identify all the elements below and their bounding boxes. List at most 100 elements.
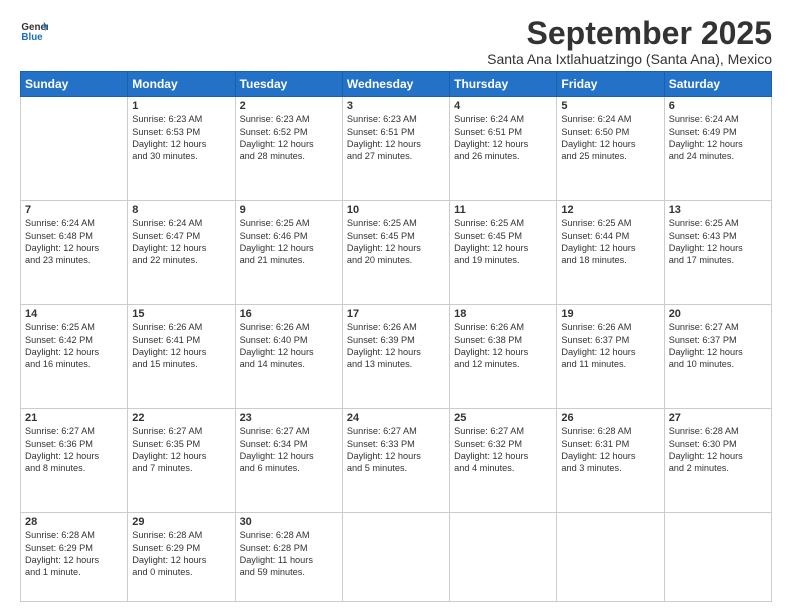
calendar-day-cell: 18Sunrise: 6:26 AM Sunset: 6:38 PM Dayli… bbox=[450, 305, 557, 409]
calendar-header-row: SundayMondayTuesdayWednesdayThursdayFrid… bbox=[21, 72, 772, 97]
title-block: September 2025 Santa Ana Ixtlahuatzingo … bbox=[487, 16, 772, 67]
calendar-week-row: 1Sunrise: 6:23 AM Sunset: 6:53 PM Daylig… bbox=[21, 97, 772, 201]
day-number: 28 bbox=[25, 516, 123, 528]
day-number: 17 bbox=[347, 308, 445, 320]
day-info: Sunrise: 6:23 AM Sunset: 6:53 PM Dayligh… bbox=[132, 113, 230, 163]
day-number: 26 bbox=[561, 412, 659, 424]
calendar-day-cell: 24Sunrise: 6:27 AM Sunset: 6:33 PM Dayli… bbox=[342, 409, 449, 513]
day-number: 6 bbox=[669, 100, 767, 112]
calendar-header-cell: Friday bbox=[557, 72, 664, 97]
day-info: Sunrise: 6:25 AM Sunset: 6:42 PM Dayligh… bbox=[25, 321, 123, 371]
calendar-day-cell: 15Sunrise: 6:26 AM Sunset: 6:41 PM Dayli… bbox=[128, 305, 235, 409]
day-info: Sunrise: 6:27 AM Sunset: 6:37 PM Dayligh… bbox=[669, 321, 767, 371]
calendar-day-cell: 25Sunrise: 6:27 AM Sunset: 6:32 PM Dayli… bbox=[450, 409, 557, 513]
day-info: Sunrise: 6:28 AM Sunset: 6:29 PM Dayligh… bbox=[25, 529, 123, 579]
day-number: 11 bbox=[454, 204, 552, 216]
svg-text:Blue: Blue bbox=[21, 32, 43, 43]
day-number: 25 bbox=[454, 412, 552, 424]
calendar-week-row: 21Sunrise: 6:27 AM Sunset: 6:36 PM Dayli… bbox=[21, 409, 772, 513]
day-info: Sunrise: 6:27 AM Sunset: 6:36 PM Dayligh… bbox=[25, 425, 123, 475]
calendar-header-cell: Sunday bbox=[21, 72, 128, 97]
calendar-day-cell: 8Sunrise: 6:24 AM Sunset: 6:47 PM Daylig… bbox=[128, 201, 235, 305]
calendar-body: 1Sunrise: 6:23 AM Sunset: 6:53 PM Daylig… bbox=[21, 97, 772, 602]
day-info: Sunrise: 6:28 AM Sunset: 6:31 PM Dayligh… bbox=[561, 425, 659, 475]
logo-icon: General Blue bbox=[20, 16, 48, 44]
day-info: Sunrise: 6:24 AM Sunset: 6:51 PM Dayligh… bbox=[454, 113, 552, 163]
calendar-day-cell: 22Sunrise: 6:27 AM Sunset: 6:35 PM Dayli… bbox=[128, 409, 235, 513]
day-info: Sunrise: 6:26 AM Sunset: 6:38 PM Dayligh… bbox=[454, 321, 552, 371]
day-number: 22 bbox=[132, 412, 230, 424]
month-title: September 2025 bbox=[487, 16, 772, 51]
day-number: 7 bbox=[25, 204, 123, 216]
calendar-day-cell: 17Sunrise: 6:26 AM Sunset: 6:39 PM Dayli… bbox=[342, 305, 449, 409]
calendar-day-cell: 4Sunrise: 6:24 AM Sunset: 6:51 PM Daylig… bbox=[450, 97, 557, 201]
calendar-week-row: 28Sunrise: 6:28 AM Sunset: 6:29 PM Dayli… bbox=[21, 513, 772, 602]
day-info: Sunrise: 6:24 AM Sunset: 6:49 PM Dayligh… bbox=[669, 113, 767, 163]
calendar-day-cell: 27Sunrise: 6:28 AM Sunset: 6:30 PM Dayli… bbox=[664, 409, 771, 513]
day-info: Sunrise: 6:24 AM Sunset: 6:47 PM Dayligh… bbox=[132, 217, 230, 267]
day-number: 10 bbox=[347, 204, 445, 216]
calendar-header-cell: Monday bbox=[128, 72, 235, 97]
day-info: Sunrise: 6:27 AM Sunset: 6:32 PM Dayligh… bbox=[454, 425, 552, 475]
day-info: Sunrise: 6:27 AM Sunset: 6:34 PM Dayligh… bbox=[240, 425, 338, 475]
calendar-day-cell: 7Sunrise: 6:24 AM Sunset: 6:48 PM Daylig… bbox=[21, 201, 128, 305]
day-info: Sunrise: 6:27 AM Sunset: 6:35 PM Dayligh… bbox=[132, 425, 230, 475]
calendar-day-cell: 19Sunrise: 6:26 AM Sunset: 6:37 PM Dayli… bbox=[557, 305, 664, 409]
day-number: 1 bbox=[132, 100, 230, 112]
day-info: Sunrise: 6:28 AM Sunset: 6:29 PM Dayligh… bbox=[132, 529, 230, 579]
day-number: 4 bbox=[454, 100, 552, 112]
day-number: 21 bbox=[25, 412, 123, 424]
calendar-day-cell: 23Sunrise: 6:27 AM Sunset: 6:34 PM Dayli… bbox=[235, 409, 342, 513]
day-number: 3 bbox=[347, 100, 445, 112]
day-info: Sunrise: 6:25 AM Sunset: 6:45 PM Dayligh… bbox=[347, 217, 445, 267]
day-number: 8 bbox=[132, 204, 230, 216]
calendar-day-cell: 28Sunrise: 6:28 AM Sunset: 6:29 PM Dayli… bbox=[21, 513, 128, 602]
calendar-day-cell bbox=[557, 513, 664, 602]
calendar-day-cell: 16Sunrise: 6:26 AM Sunset: 6:40 PM Dayli… bbox=[235, 305, 342, 409]
day-number: 16 bbox=[240, 308, 338, 320]
calendar-day-cell: 13Sunrise: 6:25 AM Sunset: 6:43 PM Dayli… bbox=[664, 201, 771, 305]
calendar-table: SundayMondayTuesdayWednesdayThursdayFrid… bbox=[20, 71, 772, 602]
calendar-day-cell: 30Sunrise: 6:28 AM Sunset: 6:28 PM Dayli… bbox=[235, 513, 342, 602]
day-info: Sunrise: 6:26 AM Sunset: 6:41 PM Dayligh… bbox=[132, 321, 230, 371]
calendar-header-cell: Saturday bbox=[664, 72, 771, 97]
calendar-day-cell: 9Sunrise: 6:25 AM Sunset: 6:46 PM Daylig… bbox=[235, 201, 342, 305]
calendar-day-cell: 6Sunrise: 6:24 AM Sunset: 6:49 PM Daylig… bbox=[664, 97, 771, 201]
day-number: 9 bbox=[240, 204, 338, 216]
calendar-week-row: 7Sunrise: 6:24 AM Sunset: 6:48 PM Daylig… bbox=[21, 201, 772, 305]
calendar-day-cell: 2Sunrise: 6:23 AM Sunset: 6:52 PM Daylig… bbox=[235, 97, 342, 201]
day-number: 30 bbox=[240, 516, 338, 528]
calendar-day-cell: 3Sunrise: 6:23 AM Sunset: 6:51 PM Daylig… bbox=[342, 97, 449, 201]
day-number: 27 bbox=[669, 412, 767, 424]
calendar-day-cell: 12Sunrise: 6:25 AM Sunset: 6:44 PM Dayli… bbox=[557, 201, 664, 305]
calendar-day-cell: 20Sunrise: 6:27 AM Sunset: 6:37 PM Dayli… bbox=[664, 305, 771, 409]
calendar-day-cell: 26Sunrise: 6:28 AM Sunset: 6:31 PM Dayli… bbox=[557, 409, 664, 513]
calendar-day-cell bbox=[342, 513, 449, 602]
header: General Blue September 2025 Santa Ana Ix… bbox=[20, 16, 772, 67]
day-info: Sunrise: 6:25 AM Sunset: 6:46 PM Dayligh… bbox=[240, 217, 338, 267]
day-info: Sunrise: 6:23 AM Sunset: 6:51 PM Dayligh… bbox=[347, 113, 445, 163]
day-number: 19 bbox=[561, 308, 659, 320]
calendar-header-cell: Thursday bbox=[450, 72, 557, 97]
day-info: Sunrise: 6:25 AM Sunset: 6:43 PM Dayligh… bbox=[669, 217, 767, 267]
day-info: Sunrise: 6:28 AM Sunset: 6:30 PM Dayligh… bbox=[669, 425, 767, 475]
calendar-header-cell: Wednesday bbox=[342, 72, 449, 97]
calendar-day-cell: 11Sunrise: 6:25 AM Sunset: 6:45 PM Dayli… bbox=[450, 201, 557, 305]
day-info: Sunrise: 6:24 AM Sunset: 6:50 PM Dayligh… bbox=[561, 113, 659, 163]
calendar-day-cell: 14Sunrise: 6:25 AM Sunset: 6:42 PM Dayli… bbox=[21, 305, 128, 409]
day-number: 13 bbox=[669, 204, 767, 216]
day-number: 14 bbox=[25, 308, 123, 320]
day-info: Sunrise: 6:25 AM Sunset: 6:45 PM Dayligh… bbox=[454, 217, 552, 267]
day-number: 18 bbox=[454, 308, 552, 320]
day-number: 15 bbox=[132, 308, 230, 320]
day-number: 29 bbox=[132, 516, 230, 528]
calendar-day-cell: 21Sunrise: 6:27 AM Sunset: 6:36 PM Dayli… bbox=[21, 409, 128, 513]
day-number: 2 bbox=[240, 100, 338, 112]
day-info: Sunrise: 6:27 AM Sunset: 6:33 PM Dayligh… bbox=[347, 425, 445, 475]
logo: General Blue bbox=[20, 16, 48, 44]
calendar-day-cell bbox=[450, 513, 557, 602]
day-info: Sunrise: 6:26 AM Sunset: 6:37 PM Dayligh… bbox=[561, 321, 659, 371]
day-info: Sunrise: 6:23 AM Sunset: 6:52 PM Dayligh… bbox=[240, 113, 338, 163]
day-info: Sunrise: 6:28 AM Sunset: 6:28 PM Dayligh… bbox=[240, 529, 338, 579]
day-number: 24 bbox=[347, 412, 445, 424]
